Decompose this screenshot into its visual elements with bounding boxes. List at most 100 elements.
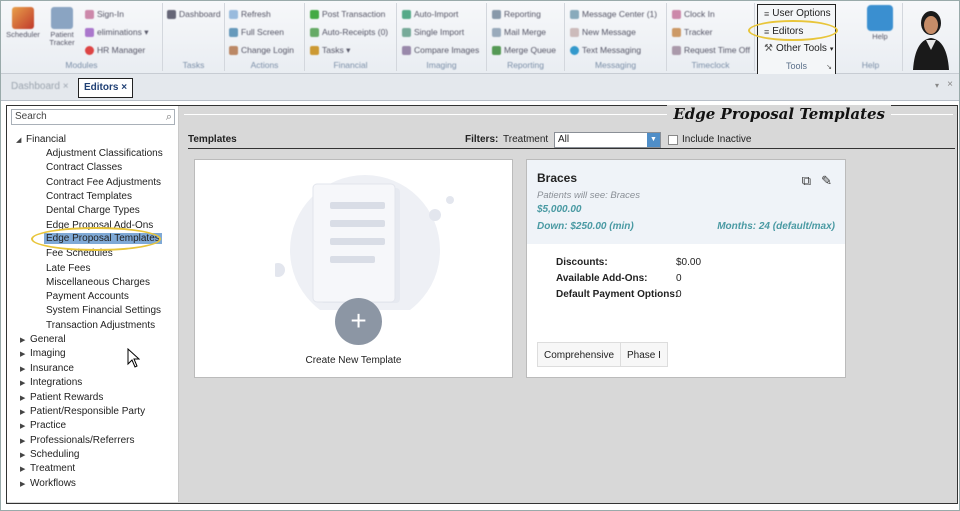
compare-images-button[interactable]: Compare Images <box>402 45 479 55</box>
treatment-label: Treatment <box>503 134 549 145</box>
expand-icon[interactable]: ▶ <box>20 365 30 373</box>
editors-button[interactable]: ≡ Editors <box>764 26 803 37</box>
timeclock-tracker-label: Tracker <box>684 27 713 37</box>
ribbon-group-timeclock: Clock In Tracker Request Time Off Timecl… <box>667 3 755 71</box>
scheduler-button[interactable]: Scheduler <box>4 7 42 39</box>
copy-icon[interactable]: ⧉ <box>802 173 811 189</box>
expand-icon[interactable]: ▶ <box>20 437 30 445</box>
tree-item[interactable]: Contract Classes <box>46 162 122 173</box>
tree-node[interactable]: ▶ Workflows <box>20 478 76 489</box>
user-options-button[interactable]: ≡ User Options <box>764 8 831 19</box>
tree-node[interactable]: ▶ Practice <box>20 420 66 431</box>
tree-node[interactable]: ▶ Integrations <box>20 377 82 388</box>
tree-node[interactable]: ▶ Patient Rewards <box>20 392 103 403</box>
tree-item[interactable]: Transaction Adjustments <box>46 320 155 331</box>
tree-item[interactable]: Contract Templates <box>46 191 132 202</box>
tree-item[interactable]: Fee Schedules <box>46 248 113 259</box>
search-icon[interactable]: ⌕ <box>166 111 172 124</box>
reporting-button[interactable]: Reporting <box>492 9 541 19</box>
hr-manager-icon <box>85 45 94 55</box>
expand-icon[interactable]: ▶ <box>20 394 30 402</box>
expand-icon[interactable]: ▶ <box>20 465 30 473</box>
close-icon[interactable]: × <box>63 81 69 92</box>
expand-icon[interactable]: ▶ <box>20 422 30 430</box>
template-card-braces[interactable]: Braces ⧉ ✎ Patients will see: Braces $5,… <box>526 159 846 378</box>
tree-item[interactable]: Edge Proposal Add-Ons <box>46 220 153 231</box>
tree-node-label: Practice <box>30 420 67 431</box>
include-inactive-checkbox[interactable]: Include Inactive <box>668 134 752 145</box>
tree-node[interactable]: ▶ Imaging <box>20 348 66 359</box>
expand-icon[interactable]: ▶ <box>20 336 30 344</box>
user-options-label: User Options <box>772 8 831 19</box>
patient-tracker-button[interactable]: Patient Tracker <box>45 7 79 47</box>
hr-manager-button[interactable]: HR Manager <box>85 45 145 55</box>
single-import-label: Single Import <box>414 27 465 37</box>
ribbon-group-label: Actions <box>250 60 279 70</box>
clock-in-button[interactable]: Clock In <box>672 9 715 19</box>
post-transaction-button[interactable]: Post Transaction <box>310 9 385 19</box>
single-import-button[interactable]: Single Import <box>402 27 464 37</box>
ribbon-group-label: Modules <box>65 60 98 70</box>
tree-item[interactable]: System Financial Settings <box>46 305 161 316</box>
expand-icon[interactable]: ▶ <box>20 379 30 387</box>
change-login-button[interactable]: Change Login <box>229 45 294 55</box>
expand-icon[interactable]: ▶ <box>20 451 30 459</box>
tree-item[interactable]: Payment Accounts <box>46 291 129 302</box>
dashboard-button[interactable]: Dashboard <box>167 9 221 19</box>
request-time-off-button[interactable]: Request Time Off <box>672 45 750 55</box>
sign-in-button[interactable]: Sign-In <box>85 9 124 19</box>
expand-icon[interactable]: ▶ <box>20 408 30 416</box>
collapse-icon[interactable]: ◢ <box>16 136 26 144</box>
chevron-down-icon[interactable]: ▼ <box>647 133 660 147</box>
close-icon[interactable]: × <box>121 82 127 93</box>
tree-node-label: Treatment <box>30 463 76 474</box>
timeclock-tracker-button[interactable]: Tracker <box>672 27 713 37</box>
merge-queue-button[interactable]: Merge Queue <box>492 45 556 55</box>
message-center-button[interactable]: Message Center (1) <box>570 9 657 19</box>
pin-icon[interactable]: ▾ <box>935 81 939 90</box>
tree-node[interactable]: ▶ Scheduling <box>20 449 79 460</box>
tree-node[interactable]: ▶ Treatment <box>20 463 75 474</box>
mail-merge-button[interactable]: Mail Merge <box>492 27 546 37</box>
full-screen-button[interactable]: Full Screen <box>229 27 284 37</box>
tree-node[interactable]: ▶ General <box>20 334 66 345</box>
help-button[interactable]: Help <box>865 5 895 41</box>
add-template-icon[interactable]: + <box>335 298 382 345</box>
change-login-label: Change Login <box>241 45 294 55</box>
new-message-button[interactable]: New Message <box>570 27 636 37</box>
expand-icon[interactable]: ▶ <box>20 350 30 358</box>
checkbox-box[interactable] <box>668 134 678 145</box>
tree-node[interactable]: ▶ Professionals/Referrers <box>20 435 134 446</box>
tree-item[interactable]: Contract Fee Adjustments <box>46 177 161 188</box>
tab-dashboard[interactable]: Dashboard × <box>5 78 75 98</box>
other-tools-button[interactable]: ⚒ Other Tools ▾ <box>764 43 833 54</box>
create-new-template-label: Create New Template <box>305 355 402 366</box>
ribbon-group-label: Reporting <box>507 60 544 70</box>
eliminations-button[interactable]: eliminations ▾ <box>85 27 149 38</box>
search-input[interactable]: Search ⌕ <box>11 109 175 125</box>
auto-import-button[interactable]: Auto-Import <box>402 9 458 19</box>
expand-icon[interactable]: ▶ <box>20 480 30 488</box>
create-new-template-card[interactable]: + Create New Template <box>194 159 513 378</box>
tree-node[interactable]: ▶ Insurance <box>20 363 74 374</box>
close-icon[interactable]: × <box>947 79 953 90</box>
message-center-icon <box>570 9 579 19</box>
tree-item[interactable]: Adjustment Classifications <box>46 148 163 159</box>
tree-item-selected[interactable]: Edge Proposal Templates <box>44 233 162 244</box>
template-down-payment: Down: $250.00 (min) <box>537 221 634 232</box>
dialog-launcher-icon[interactable]: ↘ <box>826 63 832 71</box>
tree-node-financial[interactable]: ◢ Financial <box>16 134 66 145</box>
edit-icon[interactable]: ✎ <box>821 173 832 189</box>
page-title: Edge Proposal Templates <box>667 105 891 123</box>
tree-item[interactable]: Miscellaneous Charges <box>46 277 150 288</box>
tab-editors[interactable]: Editors × <box>78 78 134 98</box>
text-messaging-button[interactable]: Text Messaging <box>570 45 641 55</box>
tree-node[interactable]: ▶ Patient/Responsible Party <box>20 406 145 417</box>
refresh-button[interactable]: Refresh <box>229 9 271 19</box>
auto-receipts-button[interactable]: Auto-Receipts (0) <box>310 27 388 37</box>
tree-item[interactable]: Dental Charge Types <box>46 205 140 216</box>
financial-tasks-button[interactable]: Tasks ▾ <box>310 45 350 56</box>
tree-item[interactable]: Late Fees <box>46 263 90 274</box>
available-addons-label: Available Add-Ons: <box>556 273 648 284</box>
treatment-filter-select[interactable]: All ▼ <box>554 132 661 148</box>
